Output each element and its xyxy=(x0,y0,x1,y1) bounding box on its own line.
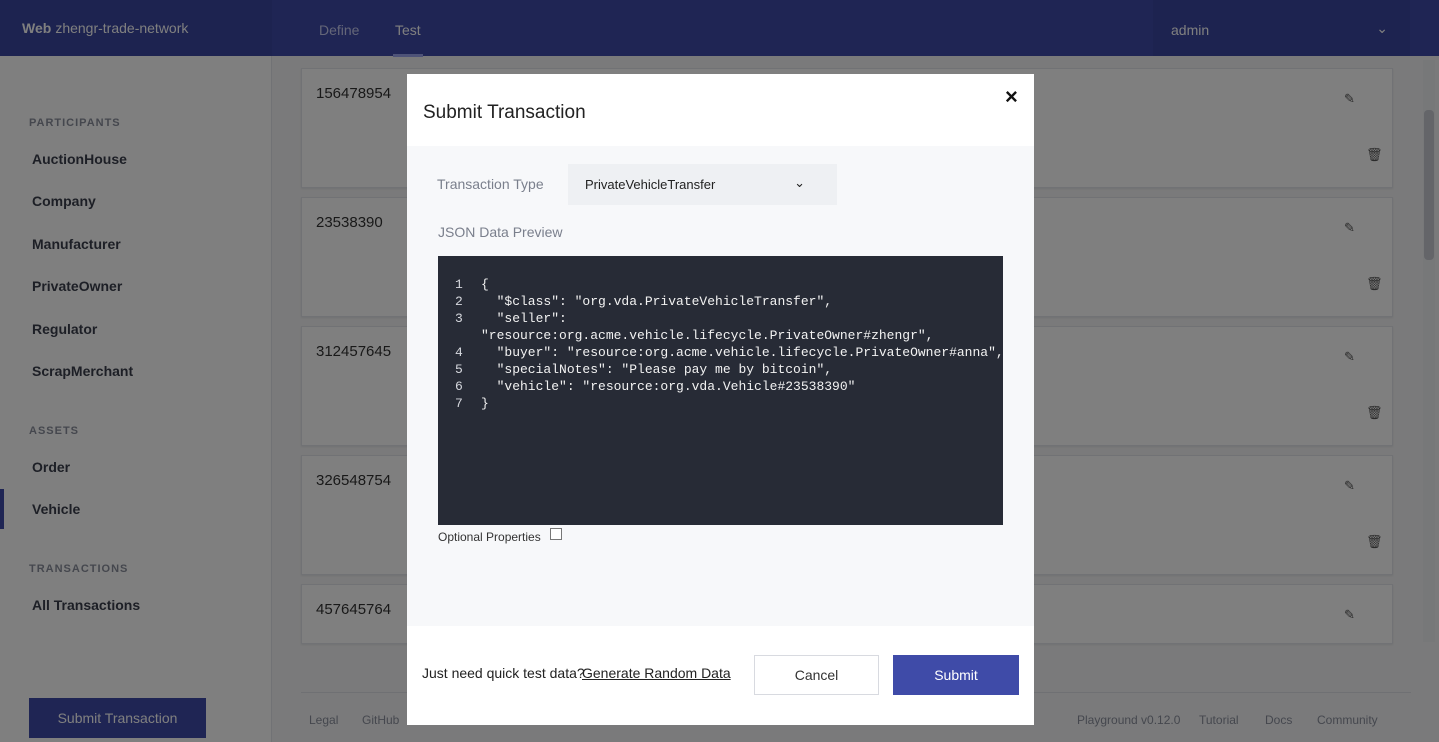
code-text: "buyer": "resource:org.acme.vehicle.life… xyxy=(481,345,1004,360)
code-line: 6 "vehicle": "resource:org.vda.Vehicle#2… xyxy=(438,378,1003,395)
json-editor[interactable]: 1{ 2 "$class": "org.vda.PrivateVehicleTr… xyxy=(438,256,1004,525)
code-line: 1{ xyxy=(438,276,1003,293)
transaction-type-select[interactable]: PrivateVehicleTransfer ⌄ xyxy=(568,164,837,205)
code-text: } xyxy=(481,396,489,411)
chevron-down-icon: ⌄ xyxy=(794,175,805,190)
transaction-type-value: PrivateVehicleTransfer xyxy=(585,177,716,192)
submit-button[interactable]: Submit xyxy=(893,655,1019,695)
generate-random-data-link[interactable]: Generate Random Data xyxy=(582,665,731,681)
code-line: 3 "seller": xyxy=(438,310,1003,327)
optional-properties-checkbox[interactable] xyxy=(550,528,562,540)
line-number: 4 xyxy=(455,345,463,360)
modal-footer: Just need quick test data? Generate Rand… xyxy=(407,626,1034,725)
code-line: "resource:org.acme.vehicle.lifecycle.Pri… xyxy=(438,327,1003,344)
line-number: 7 xyxy=(455,396,463,411)
json-preview-label: JSON Data Preview xyxy=(438,224,563,240)
optional-properties-label: Optional Properties xyxy=(438,530,541,544)
quick-test-text: Just need quick test data? xyxy=(422,665,585,681)
code-text: { xyxy=(481,277,489,292)
line-number: 3 xyxy=(455,311,463,326)
modal-title: Submit Transaction xyxy=(423,102,586,123)
close-icon[interactable]: × xyxy=(1005,84,1018,110)
line-number: 2 xyxy=(455,294,463,309)
cancel-button[interactable]: Cancel xyxy=(754,655,879,695)
code-text: "specialNotes": "Please pay me by bitcoi… xyxy=(481,362,833,377)
code-line: 5 "specialNotes": "Please pay me by bitc… xyxy=(438,361,1003,378)
code-line: 2 "$class": "org.vda.PrivateVehicleTrans… xyxy=(438,293,1003,310)
code-text: "resource:org.acme.vehicle.lifecycle.Pri… xyxy=(481,328,934,343)
code-line: 7} xyxy=(438,395,1003,412)
transaction-type-label: Transaction Type xyxy=(437,176,544,192)
code-text: "vehicle": "resource:org.vda.Vehicle#235… xyxy=(481,379,856,394)
line-number: 6 xyxy=(455,379,463,394)
line-number: 5 xyxy=(455,362,463,377)
code-text: "$class": "org.vda.PrivateVehicleTransfe… xyxy=(481,294,833,309)
code-line: 4 "buyer": "resource:org.acme.vehicle.li… xyxy=(438,344,1004,361)
modal-header: Submit Transaction × xyxy=(407,74,1034,146)
line-number: 1 xyxy=(455,277,463,292)
code-text: "seller": xyxy=(481,311,567,326)
submit-transaction-modal: Submit Transaction × Transaction Type Pr… xyxy=(407,74,1034,725)
